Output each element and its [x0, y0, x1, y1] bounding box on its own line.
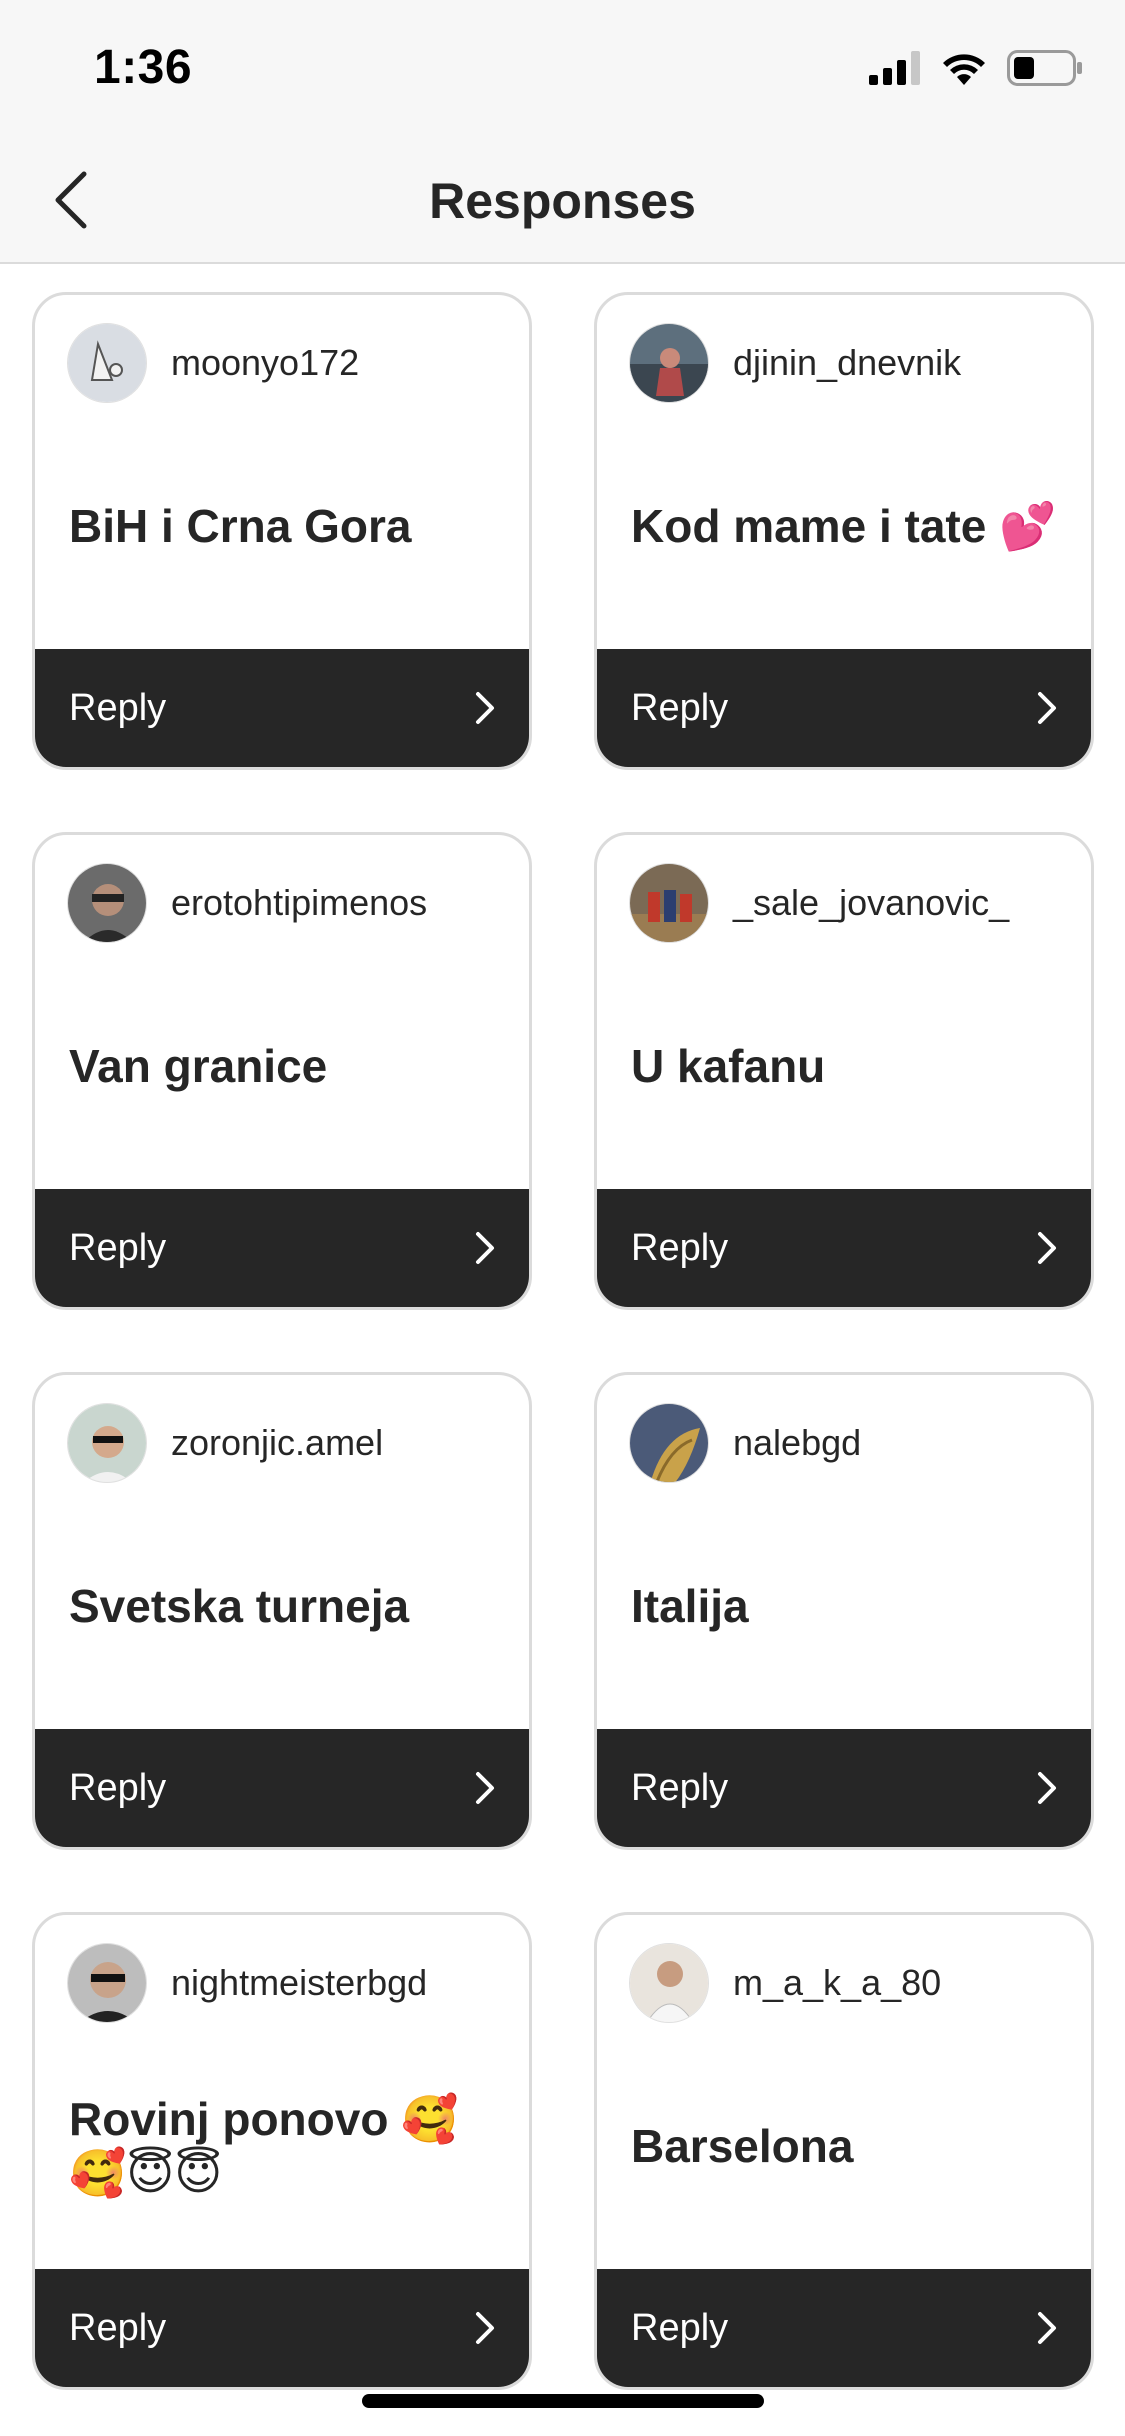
username[interactable]: moonyo172	[171, 342, 359, 384]
username[interactable]: erotohtipimenos	[171, 882, 427, 924]
chevron-right-icon	[1038, 692, 1056, 724]
chevron-right-icon	[1038, 2312, 1056, 2344]
reply-label: Reply	[69, 686, 167, 729]
response-card[interactable]: erotohtipimenos Van granice Reply	[32, 832, 532, 1310]
card-header: zoronjic.amel	[67, 1403, 383, 1483]
username[interactable]: nalebgd	[733, 1422, 861, 1464]
response-text: Rovinj ponovo 🥰🥰😇😇	[69, 2093, 459, 2199]
response-card[interactable]: nightmeisterbgd Rovinj ponovo 🥰🥰😇😇 Reply	[32, 1912, 532, 2390]
avatar[interactable]	[629, 323, 709, 403]
reply-button[interactable]: Reply	[597, 1729, 1091, 1847]
username[interactable]: djinin_dnevnik	[733, 342, 961, 384]
page-title: Responses	[429, 173, 696, 229]
chevron-right-icon	[1038, 1772, 1056, 1804]
card-header: nightmeisterbgd	[67, 1943, 427, 2023]
response-card[interactable]: zoronjic.amel Svetska turneja Reply	[32, 1372, 532, 1850]
reply-label: Reply	[631, 686, 729, 729]
card-header: erotohtipimenos	[67, 863, 427, 943]
status-icons	[869, 48, 1083, 88]
response-text: U kafanu	[631, 1040, 826, 1092]
response-card[interactable]: djinin_dnevnik Kod mame i tate 💕 Reply	[594, 292, 1094, 770]
reply-button[interactable]: Reply	[35, 2269, 529, 2387]
card-header: moonyo172	[67, 323, 359, 403]
nav-bar: Responses	[0, 132, 1125, 264]
response-text: Kod mame i tate 💕	[631, 500, 1057, 552]
reply-label: Reply	[631, 1766, 729, 1809]
avatar[interactable]	[629, 1943, 709, 2023]
reply-button[interactable]: Reply	[597, 1189, 1091, 1307]
reply-label: Reply	[69, 2306, 167, 2349]
card-header: _sale_jovanovic_	[629, 863, 1009, 943]
status-bar: 1:36	[0, 0, 1125, 132]
response-card[interactable]: moonyo172 BiH i Crna Gora Reply	[32, 292, 532, 770]
response-text: Barselona	[631, 2120, 854, 2172]
battery-icon	[1007, 50, 1082, 86]
username[interactable]: m_a_k_a_80	[733, 1962, 941, 2004]
card-header: m_a_k_a_80	[629, 1943, 941, 2023]
reply-button[interactable]: Reply	[35, 1729, 529, 1847]
username[interactable]: zoronjic.amel	[171, 1422, 383, 1464]
reply-label: Reply	[631, 2306, 729, 2349]
username[interactable]: nightmeisterbgd	[171, 1962, 427, 2004]
response-text: Svetska turneja	[69, 1580, 410, 1632]
response-text: Van granice	[69, 1040, 328, 1092]
chevron-right-icon	[476, 1772, 494, 1804]
reply-label: Reply	[631, 1226, 729, 1269]
reply-button[interactable]: Reply	[597, 649, 1091, 767]
wifi-icon	[943, 54, 985, 85]
chevron-right-icon	[1038, 1232, 1056, 1264]
response-text: Italija	[631, 1580, 749, 1632]
avatar[interactable]	[67, 1403, 147, 1483]
response-card[interactable]: _sale_jovanovic_ U kafanu Reply	[594, 832, 1094, 1310]
reply-button[interactable]: Reply	[597, 2269, 1091, 2387]
username[interactable]: _sale_jovanovic_	[733, 882, 1009, 924]
reply-label: Reply	[69, 1766, 167, 1809]
avatar[interactable]	[67, 863, 147, 943]
avatar[interactable]	[67, 1943, 147, 2023]
chevron-right-icon	[476, 2312, 494, 2344]
home-indicator[interactable]	[362, 2394, 764, 2408]
card-header: nalebgd	[629, 1403, 861, 1483]
card-header: djinin_dnevnik	[629, 323, 961, 403]
reply-button[interactable]: Reply	[35, 1189, 529, 1307]
response-card[interactable]: nalebgd Italija Reply	[594, 1372, 1094, 1850]
avatar[interactable]	[629, 1403, 709, 1483]
avatar[interactable]	[629, 863, 709, 943]
reply-button[interactable]: Reply	[35, 649, 529, 767]
signal-icon	[869, 51, 920, 85]
status-time: 1:36	[94, 41, 193, 94]
chevron-right-icon	[476, 692, 494, 724]
response-card[interactable]: m_a_k_a_80 Barselona Reply	[594, 1912, 1094, 2390]
avatar[interactable]	[67, 323, 147, 403]
response-text: BiH i Crna Gora	[69, 500, 412, 552]
reply-label: Reply	[69, 1226, 167, 1269]
chevron-right-icon	[476, 1232, 494, 1264]
